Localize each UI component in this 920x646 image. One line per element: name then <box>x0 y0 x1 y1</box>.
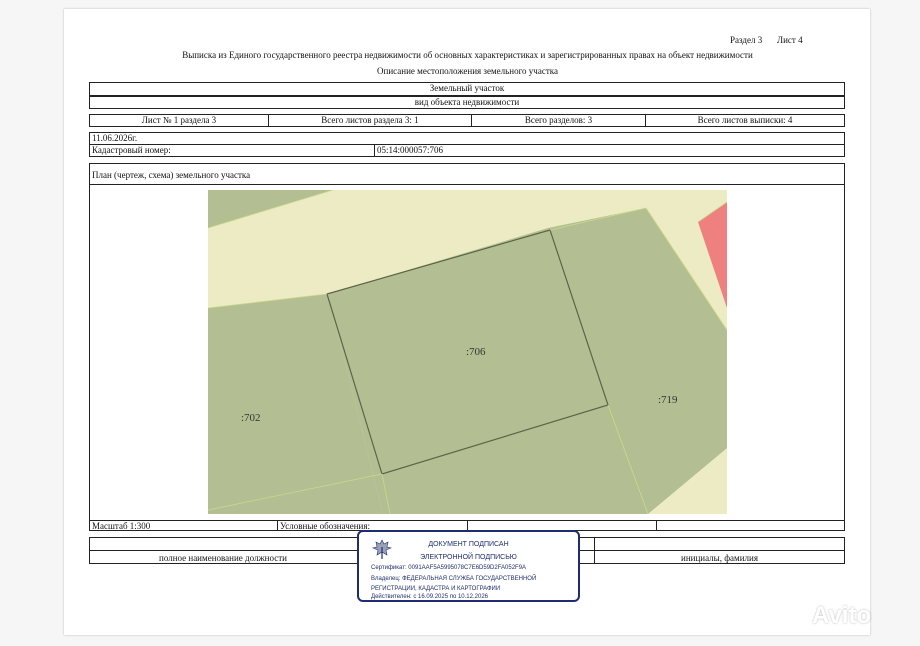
stamp-line2: ЭЛЕКТРОННОЙ ПОДПИСЬЮ <box>420 554 517 561</box>
stamp-validity: Действителен: с 16.09.2025 по 10.12.2026 <box>371 594 488 600</box>
label-702: :702 <box>241 412 261 424</box>
parcel-map: :706 :702 :719 <box>208 190 727 514</box>
document-subtitle: Описание местоположения земельного участ… <box>377 66 558 76</box>
object-type-caption: вид объекта недвижимости <box>89 96 845 109</box>
sheet-of-section: Лист № 1 раздела 3 <box>89 114 269 127</box>
document-title: Выписка из Единого государственного реес… <box>182 50 753 60</box>
label-706: :706 <box>466 346 486 358</box>
legend-cell <box>656 520 845 531</box>
sheet-number: Лист 4 <box>777 35 803 45</box>
section-sheets-total: Всего листов раздела 3: 1 <box>268 114 472 127</box>
stamp-owner-1: Владелец: ФЕДЕРАЛЬНАЯ СЛУЖБА ГОСУДАРСТВЕ… <box>371 576 537 582</box>
stamp-owner-2: РЕГИСТРАЦИИ, КАДАСТРА И КАРТОГРАФИИ <box>371 586 501 592</box>
legend-text: Условные обозначения: <box>280 521 371 531</box>
position-caption: полное наименование должности <box>159 553 287 563</box>
label-719: :719 <box>658 394 678 406</box>
cadastral-label: Кадастровый номер: <box>89 144 375 157</box>
extract-sheets-total: Всего листов выписки: 4 <box>645 114 845 127</box>
stamp-certificate: Сертификат: 0091AAF5A5995078C7E6D59D2FA0… <box>371 565 527 571</box>
plan-title: План (чертеж, схема) земельного участка <box>89 163 845 185</box>
scale-label: Масштаб 1:300 <box>89 520 278 531</box>
avito-watermark: Avito <box>812 602 872 629</box>
parcel-map-svg: :706 :702 :719 <box>208 190 727 514</box>
sections-total: Всего разделов: 3 <box>471 114 646 127</box>
object-type: Земельный участок <box>89 82 845 96</box>
section-number: Раздел 3 <box>730 35 763 45</box>
e-signature-stamp: ДОКУМЕНТ ПОДПИСАН ЭЛЕКТРОННОЙ ПОДПИСЬЮ С… <box>357 530 580 602</box>
cadastral-number: 05:14:000057:706 <box>374 144 845 157</box>
stamp-line1: ДОКУМЕНТ ПОДПИСАН <box>428 541 509 548</box>
name-caption: инициалы, фамилия <box>681 553 758 563</box>
